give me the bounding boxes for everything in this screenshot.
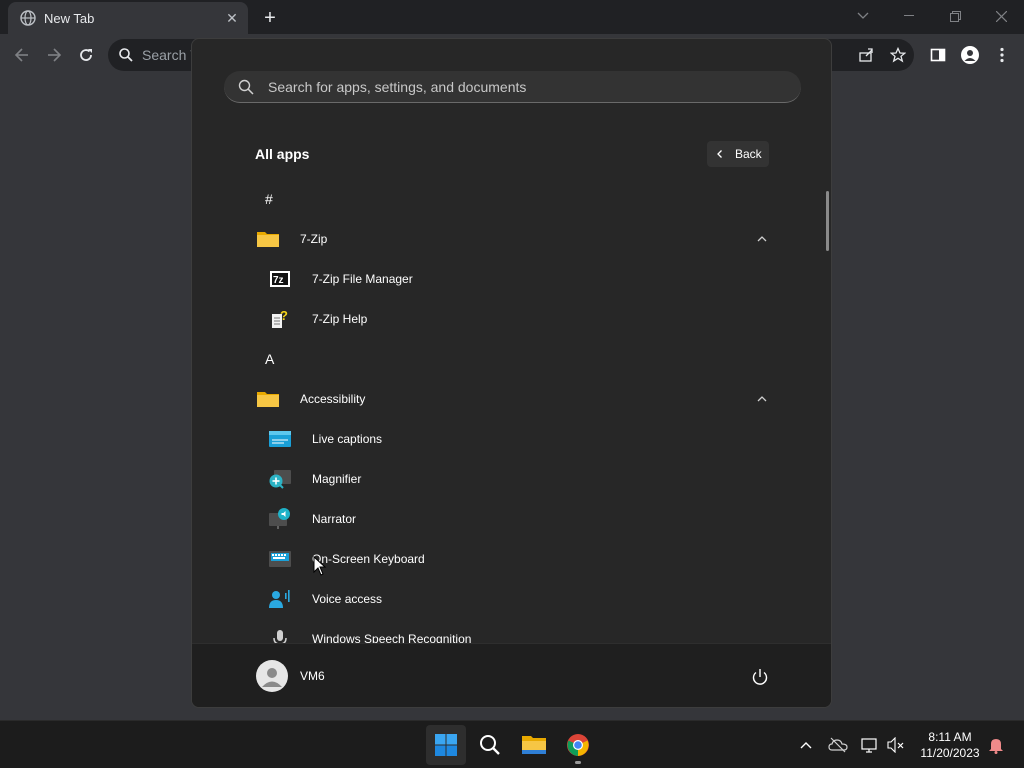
- back-button[interactable]: Back: [707, 141, 769, 167]
- start-footer: VM6: [192, 643, 831, 707]
- app-narrator[interactable]: Narrator: [192, 499, 831, 539]
- user-name[interactable]: VM6: [300, 669, 325, 683]
- folder-icon: [257, 232, 279, 247]
- keyboard-icon: [269, 551, 291, 567]
- chrome-taskbar-button[interactable]: [558, 725, 598, 765]
- chevron-up-icon[interactable]: [756, 393, 768, 405]
- app-label: Voice access: [312, 592, 383, 606]
- all-apps-list: # 7-Zip 7z 7-Zip File Manager ? 7-Zip He…: [192, 179, 831, 643]
- app-on-screen-keyboard[interactable]: On-Screen Keyboard: [192, 539, 831, 579]
- svg-text:7z: 7z: [273, 275, 284, 286]
- app-7zip-file-manager[interactable]: 7z 7-Zip File Manager: [192, 259, 831, 299]
- taskbar-search-button[interactable]: [470, 725, 510, 765]
- app-label: Magnifier: [312, 472, 362, 486]
- user-icon: [262, 668, 282, 687]
- app-magnifier[interactable]: Magnifier: [192, 459, 831, 499]
- folder-icon: [257, 392, 279, 407]
- restore-button[interactable]: [932, 4, 978, 28]
- browser-tab[interactable]: New Tab ✕: [8, 2, 248, 34]
- clock-date: 11/20/2023: [920, 746, 980, 760]
- start-menu: Search for apps, settings, and documents…: [191, 38, 832, 708]
- microphone-icon: [273, 630, 287, 643]
- folder-accessibility[interactable]: Accessibility: [192, 379, 831, 419]
- section-letter-hash[interactable]: #: [192, 179, 831, 219]
- windows-logo-icon: [435, 734, 457, 756]
- chrome-icon: [567, 734, 589, 756]
- show-hidden-icons-icon[interactable]: [794, 733, 818, 757]
- scrollbar-thumb[interactable]: [826, 191, 829, 251]
- globe-icon: [20, 10, 36, 26]
- new-tab-button[interactable]: +: [258, 6, 282, 30]
- bookmark-star-icon[interactable]: [886, 43, 910, 67]
- search-icon: [119, 48, 133, 62]
- start-button[interactable]: [426, 725, 466, 765]
- svg-text:?: ?: [280, 308, 288, 323]
- back-button-label: Back: [735, 147, 762, 161]
- 7zip-icon: 7z: [270, 271, 290, 287]
- search-icon: [480, 735, 500, 755]
- chevron-left-icon: [717, 150, 722, 158]
- taskbar: 8:11 AM 11/20/2023: [0, 720, 1024, 768]
- notification-bell-icon[interactable]: [984, 733, 1008, 757]
- app-label: 7-Zip Help: [312, 312, 368, 326]
- volume-muted-icon[interactable]: [884, 733, 908, 757]
- app-label: Live captions: [312, 432, 383, 446]
- app-windows-speech-recognition[interactable]: Windows Speech Recognition: [192, 619, 831, 643]
- chevron-up-icon[interactable]: [756, 233, 768, 245]
- start-search-input[interactable]: Search for apps, settings, and documents: [224, 71, 801, 103]
- app-label: 7-Zip File Manager: [312, 272, 413, 286]
- search-placeholder: Search for apps, settings, and documents: [268, 79, 527, 95]
- running-indicator: [575, 761, 581, 764]
- search-icon: [238, 79, 254, 95]
- minimize-button[interactable]: [886, 4, 932, 28]
- profile-icon[interactable]: [958, 43, 982, 67]
- browser-tabstrip: New Tab ✕ +: [0, 0, 1024, 34]
- forward-arrow-icon[interactable]: [42, 43, 66, 67]
- letter-label: #: [265, 191, 273, 207]
- mouse-cursor-icon: [313, 556, 327, 576]
- app-label: Windows Speech Recognition: [312, 632, 472, 643]
- reload-icon[interactable]: [74, 43, 98, 67]
- live-captions-icon: [269, 431, 291, 447]
- back-arrow-icon[interactable]: [10, 43, 34, 67]
- letter-label: A: [265, 351, 275, 367]
- voice-access-icon: [269, 590, 290, 608]
- app-live-captions[interactable]: Live captions: [192, 419, 831, 459]
- magnifier-icon: [269, 470, 291, 489]
- app-7zip-help[interactable]: ? 7-Zip Help: [192, 299, 831, 339]
- clock-time: 8:11 AM: [928, 730, 972, 744]
- close-window-button[interactable]: [978, 4, 1024, 28]
- clock[interactable]: 8:11 AM 11/20/2023: [912, 729, 988, 761]
- network-icon[interactable]: [858, 733, 882, 757]
- app-label: Narrator: [312, 512, 357, 526]
- folder-label: 7-Zip: [300, 232, 328, 246]
- power-icon[interactable]: [750, 667, 770, 687]
- file-explorer-button[interactable]: [514, 725, 554, 765]
- onedrive-offline-icon[interactable]: [826, 733, 850, 757]
- app-label: On-Screen Keyboard: [312, 552, 425, 566]
- all-apps-heading: All apps: [255, 146, 310, 162]
- narrator-icon: [269, 508, 290, 529]
- tab-title: New Tab: [44, 10, 95, 26]
- side-panel-icon[interactable]: [926, 43, 950, 67]
- app-voice-access[interactable]: Voice access: [192, 579, 831, 619]
- folder-label: Accessibility: [300, 392, 366, 406]
- tab-search-icon[interactable]: [840, 4, 886, 28]
- menu-dots-icon[interactable]: [990, 43, 1014, 67]
- tab-close-icon[interactable]: ✕: [224, 10, 240, 26]
- help-file-icon: ?: [272, 308, 288, 328]
- file-explorer-icon: [522, 736, 546, 754]
- folder-7zip[interactable]: 7-Zip: [192, 219, 831, 259]
- user-avatar[interactable]: [256, 660, 288, 692]
- section-letter-a[interactable]: A: [192, 339, 831, 379]
- share-icon[interactable]: [854, 43, 878, 67]
